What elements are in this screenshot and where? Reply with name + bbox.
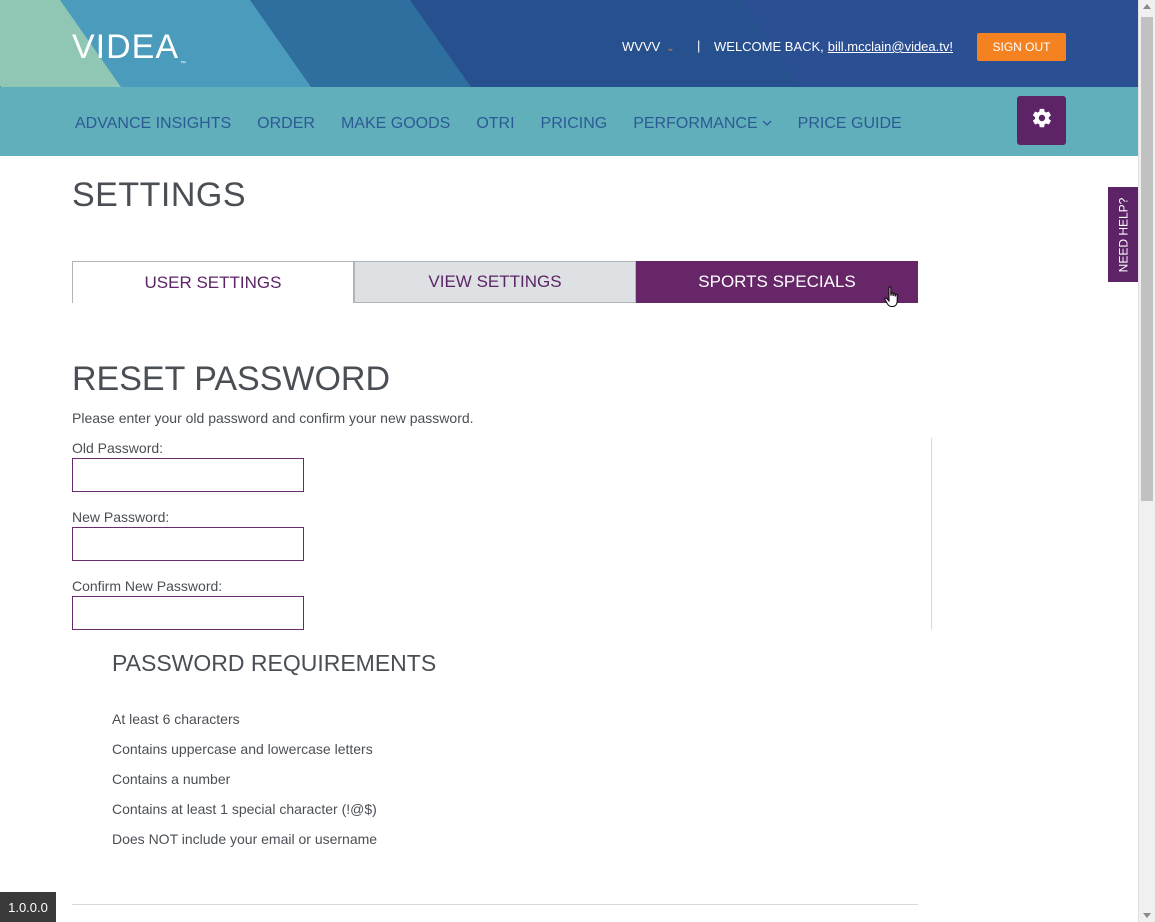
chevron-down-icon — [762, 119, 772, 130]
hand-cursor-icon — [884, 286, 900, 313]
sign-out-button[interactable]: SIGN OUT — [977, 33, 1066, 61]
nav-item-make-goods[interactable]: MAKE GOODS — [341, 115, 450, 133]
vertical-divider — [931, 438, 932, 630]
reset-password-title: RESET PASSWORD — [72, 360, 391, 398]
page-title: SETTINGS — [72, 176, 247, 214]
settings-tabs: USER SETTINGS VIEW SETTINGS SPORTS SPECI… — [72, 261, 918, 303]
tab-view-settings[interactable]: VIEW SETTINGS — [354, 261, 636, 303]
requirement-item: Contains a number — [112, 771, 231, 787]
tab-user-settings[interactable]: USER SETTINGS — [72, 261, 354, 303]
confirm-password-label: Confirm New Password: — [72, 578, 223, 594]
scroll-down-arrow-icon[interactable] — [1143, 913, 1151, 918]
gear-icon — [1031, 107, 1053, 134]
logo-trademark: ™ — [180, 61, 188, 67]
welcome-message: WELCOME BACK, bill.mcclain@videa.tv! — [714, 39, 953, 54]
nav-item-order[interactable]: ORDER — [257, 115, 315, 133]
videa-logo[interactable]: VIDEA™ — [72, 28, 187, 67]
nav-item-price-guide[interactable]: PRICE GUIDE — [798, 115, 902, 133]
nav-item-advance-insights[interactable]: ADVANCE INSIGHTS — [75, 115, 231, 133]
header-top-band: VIDEA™ WVVV ⌄ | WELCOME BACK, bill.mcclain… — [0, 0, 1138, 87]
nav-item-pricing[interactable]: PRICING — [541, 115, 608, 133]
main-nav-bar: ADVANCE INSIGHTS ORDER MAKE GOODS OTRI P… — [0, 87, 1138, 156]
user-email-link[interactable]: bill.mcclain@videa.tv! — [828, 39, 953, 54]
need-help-tab[interactable]: NEED HELP? — [1108, 187, 1138, 282]
version-badge: 1.0.0.0 — [0, 892, 56, 922]
nav-item-performance-label: PERFORMANCE — [633, 115, 758, 132]
welcome-text: WELCOME BACK, — [714, 39, 824, 54]
logo-text: VIDEA — [72, 28, 180, 66]
tab-sports-specials[interactable]: SPORTS SPECIALS — [636, 261, 918, 303]
old-password-input[interactable] — [72, 458, 304, 492]
requirement-item: Contains at least 1 special character (!… — [112, 801, 377, 817]
nav-item-performance[interactable]: PERFORMANCE — [633, 115, 772, 133]
station-label: WVVV — [622, 39, 661, 54]
scroll-up-arrow-icon[interactable] — [1143, 4, 1151, 9]
station-selector[interactable]: WVVV ⌄ — [622, 39, 675, 54]
confirm-password-input[interactable] — [72, 596, 304, 630]
reset-password-instructions: Please enter your old password and confi… — [72, 410, 474, 426]
chevron-down-icon: ⌄ — [666, 43, 675, 54]
need-help-label: NEED HELP? — [1116, 197, 1131, 272]
old-password-label: Old Password: — [72, 440, 164, 456]
new-password-input[interactable] — [72, 527, 304, 561]
vertical-scrollbar[interactable] — [1138, 0, 1155, 922]
scrollbar-thumb[interactable] — [1141, 17, 1153, 501]
nav-item-otri[interactable]: OTRI — [476, 115, 514, 133]
requirement-item: At least 6 characters — [112, 711, 240, 727]
new-password-label: New Password: — [72, 509, 170, 525]
header-separator: | — [697, 38, 701, 53]
requirement-item: Contains uppercase and lowercase letters — [112, 741, 373, 757]
password-requirements-title: PASSWORD REQUIREMENTS — [112, 650, 437, 676]
requirement-item: Does NOT include your email or username — [112, 831, 378, 847]
section-divider — [72, 904, 918, 905]
main-nav: ADVANCE INSIGHTS ORDER MAKE GOODS OTRI P… — [75, 115, 928, 133]
settings-button[interactable] — [1017, 96, 1066, 145]
